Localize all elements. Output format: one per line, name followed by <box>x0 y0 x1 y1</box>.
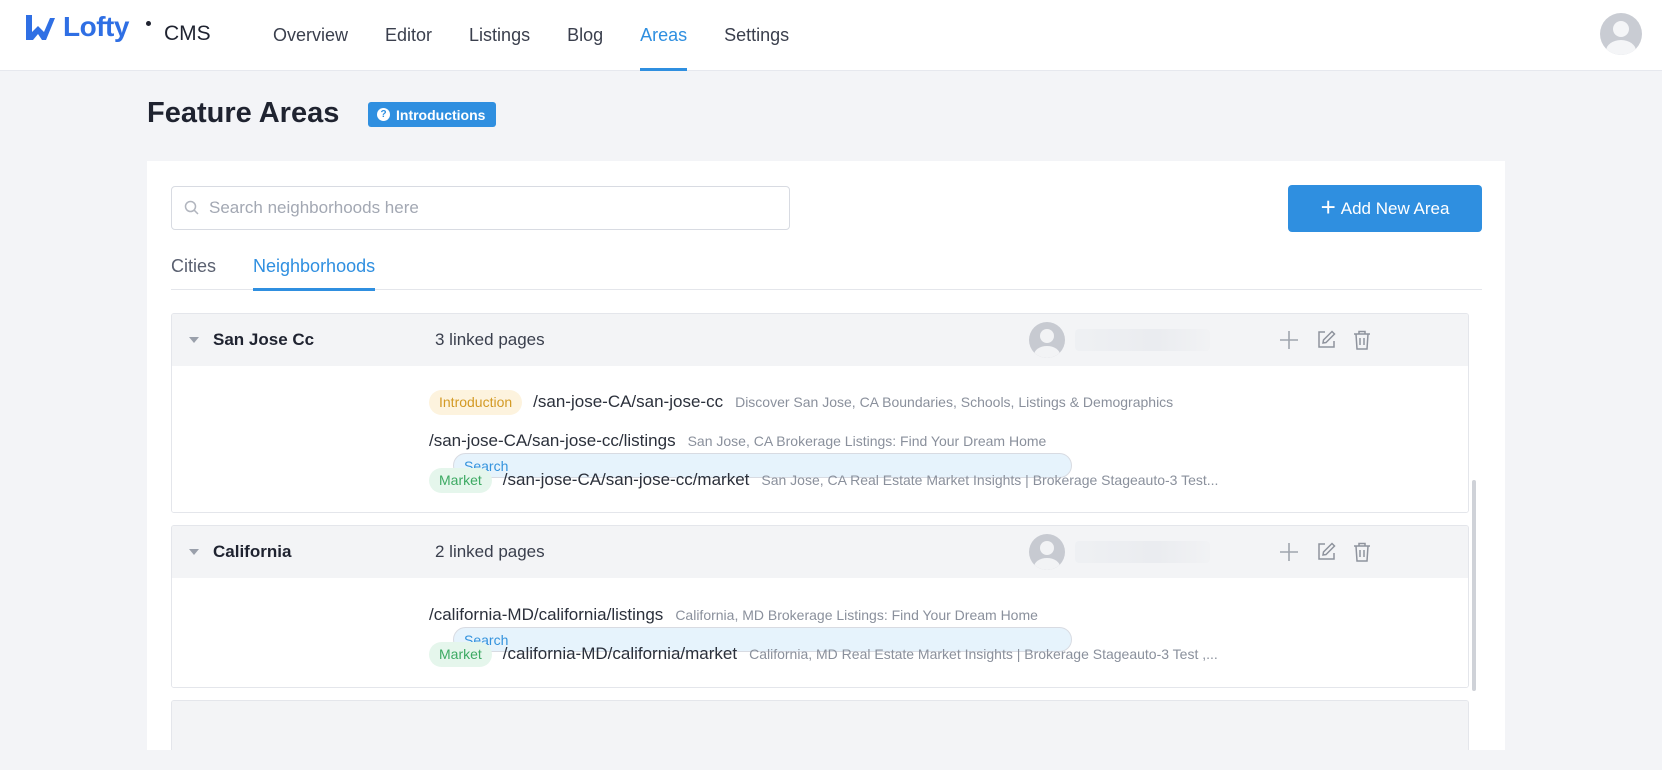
help-icon: ? <box>377 108 390 121</box>
search-box[interactable] <box>171 186 790 230</box>
introductions-badge[interactable]: ? Introductions <box>368 102 497 127</box>
linked-page-row[interactable]: Search /california-MD/california/listing… <box>429 602 1072 652</box>
areas-card: + Add New Area Cities Neighborhoods San … <box>147 161 1505 750</box>
list-scrollbar[interactable] <box>1472 480 1476 691</box>
linked-page-row[interactable]: Search /san-jose-CA/san-jose-cc/listings… <box>429 428 1072 478</box>
page-path[interactable]: /california-MD/california/market <box>503 644 737 664</box>
user-avatar[interactable] <box>1600 13 1642 55</box>
introductions-label: Introductions <box>396 106 486 123</box>
tab-neighborhoods[interactable]: Neighborhoods <box>253 256 376 291</box>
page-title: Feature Areas <box>147 97 340 129</box>
page-description: California, MD Real Estate Market Insigh… <box>749 646 1218 662</box>
caret-down-icon[interactable] <box>189 549 199 555</box>
page-type-tag: Market <box>429 467 492 493</box>
linked-page-row[interactable]: Market /california-MD/california/market … <box>429 641 1218 667</box>
add-new-area-button[interactable]: + Add New Area <box>1288 185 1482 232</box>
user-silhouette-icon <box>1606 21 1636 55</box>
linked-pages-list: Introduction /san-jose-CA/san-jose-cc Di… <box>172 366 1468 512</box>
tab-cities[interactable]: Cities <box>171 256 216 290</box>
search-icon <box>184 200 199 215</box>
lofty-logo-icon <box>26 15 55 40</box>
owner-avatar <box>1029 534 1065 570</box>
area-group: San Jose Cc 3 linked pages Introduction … <box>171 313 1469 513</box>
product-name: CMS <box>164 22 211 45</box>
user-silhouette-icon <box>1034 329 1060 358</box>
lofty-logo[interactable]: Lofty <box>24 11 129 42</box>
user-silhouette-icon <box>1034 541 1060 570</box>
logo-wordmark: Lofty <box>63 11 129 42</box>
nav-item-listings[interactable]: Listings <box>469 0 530 71</box>
nav-item-blog[interactable]: Blog <box>567 0 603 71</box>
top-navigation-bar: Lofty CMS Overview Editor Listings Blog … <box>0 0 1662 71</box>
main-nav: Overview Editor Listings Blog Areas Sett… <box>273 0 826 71</box>
area-group: California 2 linked pages Search /califo… <box>171 525 1469 688</box>
linked-pages-count: 2 linked pages <box>435 542 545 561</box>
edit-icon[interactable] <box>1315 541 1337 563</box>
page-description: California, MD Brokerage Listings: Find … <box>675 607 1038 623</box>
linked-pages-list: Search /california-MD/california/listing… <box>172 578 1468 687</box>
area-group-header[interactable] <box>172 701 1468 750</box>
caret-down-icon[interactable] <box>189 337 199 343</box>
nav-item-editor[interactable]: Editor <box>385 0 432 71</box>
area-name: San Jose Cc <box>213 330 315 349</box>
search-input[interactable] <box>209 198 769 218</box>
page-type-tag: Introduction <box>429 389 523 415</box>
nav-item-areas[interactable]: Areas <box>640 0 688 71</box>
linked-page-row[interactable]: Market /san-jose-CA/san-jose-cc/market S… <box>429 467 1218 493</box>
owner-name-redacted <box>1075 329 1210 351</box>
add-new-area-label: Add New Area <box>1340 198 1450 218</box>
page-description: San Jose, CA Real Estate Market Insights… <box>761 472 1219 488</box>
nav-item-overview[interactable]: Overview <box>273 0 348 71</box>
page-path[interactable]: /california-MD/california/listings <box>429 605 663 625</box>
plus-icon: + <box>1320 192 1336 222</box>
owner-name-redacted <box>1075 541 1210 563</box>
trash-icon[interactable] <box>1351 329 1373 351</box>
add-icon[interactable] <box>1278 329 1300 351</box>
add-icon[interactable] <box>1278 541 1300 563</box>
area-group-header[interactable]: California 2 linked pages <box>172 526 1468 578</box>
linked-page-row[interactable]: Introduction /san-jose-CA/san-jose-cc Di… <box>429 389 1173 415</box>
linked-pages-count: 3 linked pages <box>435 330 545 349</box>
page-description: San Jose, CA Brokerage Listings: Find Yo… <box>687 433 1047 449</box>
area-tabs: Cities Neighborhoods <box>171 256 1482 291</box>
owner-avatar <box>1029 322 1065 358</box>
area-name: California <box>213 542 292 561</box>
page-description: Discover San Jose, CA Boundaries, School… <box>735 394 1174 410</box>
separator-dot <box>146 21 151 26</box>
page-type-tag: Market <box>429 641 492 667</box>
edit-icon[interactable] <box>1315 329 1337 351</box>
area-group-partial <box>171 700 1469 750</box>
area-group-header[interactable]: San Jose Cc 3 linked pages <box>172 314 1468 366</box>
page-path[interactable]: /san-jose-CA/san-jose-cc/listings <box>429 431 676 451</box>
page-path[interactable]: /san-jose-CA/san-jose-cc/market <box>503 470 750 490</box>
page-path[interactable]: /san-jose-CA/san-jose-cc <box>533 392 723 412</box>
nav-item-settings[interactable]: Settings <box>724 0 789 71</box>
trash-icon[interactable] <box>1351 541 1373 563</box>
